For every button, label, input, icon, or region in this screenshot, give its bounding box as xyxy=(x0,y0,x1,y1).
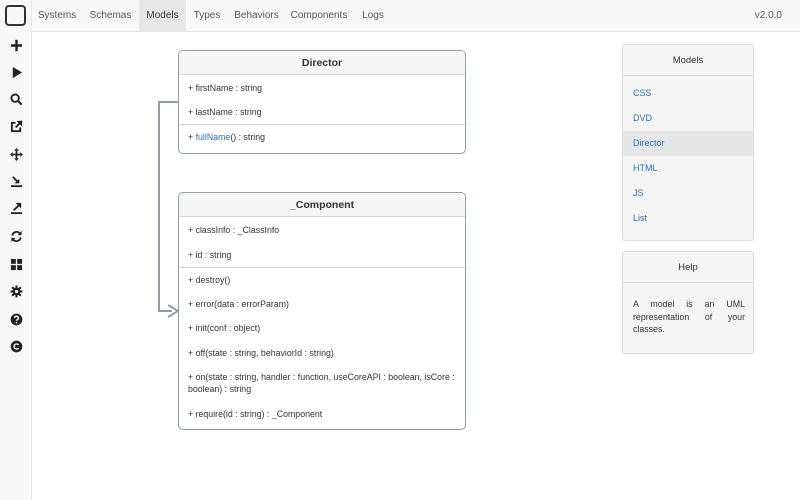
class-divider xyxy=(179,124,465,125)
nav-item-logs[interactable]: Logs xyxy=(353,0,393,31)
class-property: + id : string xyxy=(188,250,232,260)
class-divider xyxy=(179,267,465,268)
class-method: + init(conf : object) xyxy=(188,323,261,333)
class-method: + require(id : string) : _Component xyxy=(188,409,323,419)
help-text: A model is an UML representation of your… xyxy=(633,299,745,334)
models-panel-title: Models xyxy=(623,45,753,76)
class-title: Director xyxy=(179,51,465,75)
model-link-css[interactable]: CSS xyxy=(623,81,753,106)
nav-item-schemas[interactable]: Schemas xyxy=(82,0,139,31)
nav-item-types[interactable]: Types xyxy=(186,0,228,31)
class-method: + fullName() : string xyxy=(188,132,265,142)
uml-class-component[interactable]: _Component + classInfo : _ClassInfo + id… xyxy=(178,192,466,430)
models-panel: Models CSS DVD Director HTML JS List xyxy=(622,44,754,241)
nav-item-models[interactable]: Models xyxy=(139,0,186,31)
model-link-dvd[interactable]: DVD xyxy=(623,106,753,131)
import-icon[interactable] xyxy=(6,171,26,191)
left-toolbar xyxy=(0,0,32,500)
app: Systems Schemas Models Types Behaviors C… xyxy=(0,0,800,500)
nav-item-behaviors[interactable]: Behaviors xyxy=(228,0,285,31)
model-link-director[interactable]: Director xyxy=(623,131,753,156)
class-method: + on(state : string, handler : function,… xyxy=(188,372,455,394)
class-property: + firstName : string xyxy=(188,83,263,93)
export-icon[interactable] xyxy=(6,198,26,218)
nav-item-components[interactable]: Components xyxy=(285,0,353,31)
version-label: v2.0.0 xyxy=(754,10,782,21)
grid-icon[interactable] xyxy=(6,254,26,274)
class-method: + off(state : string, behaviorId : strin… xyxy=(188,348,334,358)
nav-item-systems[interactable]: Systems xyxy=(32,0,82,31)
class-method: + error(data : errorParam) xyxy=(188,299,289,309)
class-method: + destroy() xyxy=(188,275,231,285)
search-icon[interactable] xyxy=(6,89,26,109)
model-link-js[interactable]: JS xyxy=(623,181,753,206)
question-icon[interactable] xyxy=(6,309,26,329)
plus-icon[interactable] xyxy=(6,35,26,55)
class-title: _Component xyxy=(179,193,465,217)
copyright-icon[interactable] xyxy=(6,336,26,356)
help-panel: Help A model is an UML representation of… xyxy=(622,251,754,354)
method-link-fullname[interactable]: fullName xyxy=(196,132,231,142)
class-property: + classInfo : _ClassInfo xyxy=(188,225,280,235)
external-link-icon[interactable] xyxy=(6,116,26,136)
model-link-list[interactable]: List xyxy=(623,206,753,231)
refresh-icon[interactable] xyxy=(6,226,26,246)
method-prefix: + xyxy=(188,132,196,142)
top-navbar: Systems Schemas Models Types Behaviors C… xyxy=(32,0,800,32)
help-panel-title: Help xyxy=(623,252,753,283)
uml-class-director[interactable]: Director + firstName : string + lastName… xyxy=(178,50,466,154)
logo-icon[interactable] xyxy=(5,5,26,26)
gear-icon[interactable] xyxy=(6,281,26,301)
method-suffix: () : string xyxy=(230,132,266,142)
play-icon[interactable] xyxy=(6,62,26,82)
class-property: + lastName : string xyxy=(188,107,262,117)
model-link-html[interactable]: HTML xyxy=(623,156,753,181)
move-icon[interactable] xyxy=(6,144,26,164)
